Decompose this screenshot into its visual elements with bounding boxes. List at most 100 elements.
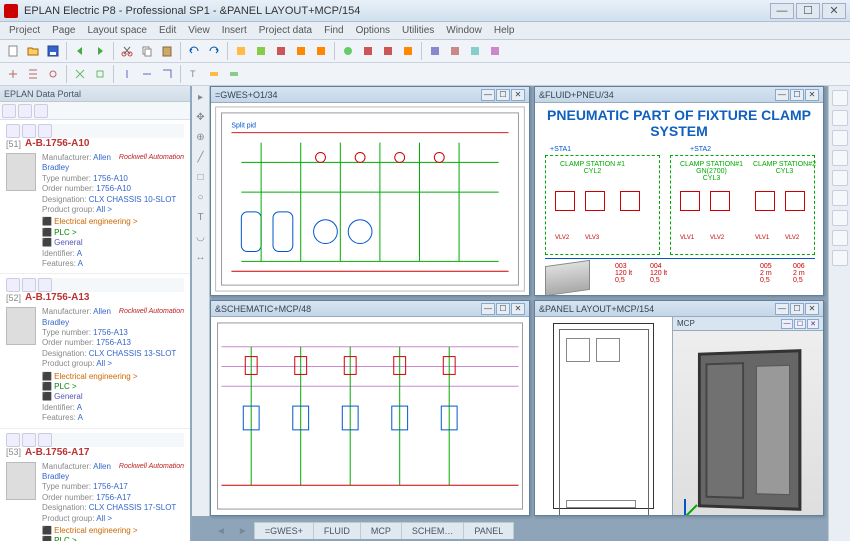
- tb-redo[interactable]: [205, 42, 223, 60]
- close-icon[interactable]: ✕: [807, 319, 819, 329]
- menu-help[interactable]: Help: [489, 23, 520, 38]
- rt-b[interactable]: [832, 110, 848, 126]
- tab-mcp[interactable]: MCP: [360, 522, 402, 539]
- tab-scroll-left-icon[interactable]: ◄: [210, 524, 232, 539]
- lt-line-icon[interactable]: ╱: [194, 150, 208, 164]
- menu-page[interactable]: Page: [47, 23, 80, 38]
- lt-rect-icon[interactable]: □: [194, 170, 208, 184]
- doc-pid-canvas[interactable]: Split pid: [211, 103, 529, 295]
- tb-btn-k[interactable]: [446, 42, 464, 60]
- rt-f[interactable]: [832, 190, 848, 206]
- rt-c[interactable]: [832, 130, 848, 146]
- maximize-button[interactable]: ☐: [796, 3, 820, 19]
- tb-btn-i[interactable]: [399, 42, 417, 60]
- tb-btn-b[interactable]: [252, 42, 270, 60]
- lt-select-icon[interactable]: ▸: [194, 90, 208, 104]
- menu-window[interactable]: Window: [441, 23, 487, 38]
- max-icon[interactable]: ☐: [496, 303, 510, 315]
- tb-btn-j[interactable]: [426, 42, 444, 60]
- lt-pan-icon[interactable]: ✥: [194, 110, 208, 124]
- rt-a[interactable]: [832, 90, 848, 106]
- doc-schem-canvas[interactable]: [211, 317, 529, 515]
- tb-insert-d[interactable]: [71, 65, 89, 83]
- max-icon[interactable]: ☐: [790, 89, 804, 101]
- tb-insert-f[interactable]: [118, 65, 136, 83]
- tb-btn-g[interactable]: [359, 42, 377, 60]
- tab-schem[interactable]: SCHEM…: [401, 522, 465, 539]
- close-button[interactable]: ✕: [822, 3, 846, 19]
- tb-insert-j[interactable]: [205, 65, 223, 83]
- rt-e[interactable]: [832, 170, 848, 186]
- lt-dim-icon[interactable]: ↔: [194, 250, 208, 264]
- lt-arc-icon[interactable]: ◡: [194, 230, 208, 244]
- tb-new[interactable]: [4, 42, 22, 60]
- tab-panel[interactable]: PANEL: [463, 522, 514, 539]
- tb-btn-d[interactable]: [292, 42, 310, 60]
- min-icon[interactable]: —: [481, 303, 495, 315]
- tb-insert-k[interactable]: [225, 65, 243, 83]
- close-icon[interactable]: ✕: [805, 89, 819, 101]
- tb-insert-i[interactable]: T: [185, 65, 203, 83]
- max-icon[interactable]: ☐: [496, 89, 510, 101]
- max-icon[interactable]: ☐: [790, 303, 804, 315]
- lt-zoom-icon[interactable]: ⊕: [194, 130, 208, 144]
- close-icon[interactable]: ✕: [805, 303, 819, 315]
- layout-3d-canvas[interactable]: [673, 331, 823, 515]
- min-icon[interactable]: —: [775, 89, 789, 101]
- tb-btn-h[interactable]: [379, 42, 397, 60]
- menu-view[interactable]: View: [183, 23, 215, 38]
- menu-options[interactable]: Options: [351, 23, 395, 38]
- doc-pneu-canvas[interactable]: PNEUMATIC PART OF FIXTURE CLAMP SYSTEM +…: [535, 103, 823, 295]
- tb-next[interactable]: [91, 42, 109, 60]
- tb-insert-h[interactable]: [158, 65, 176, 83]
- menu-utilities[interactable]: Utilities: [397, 23, 439, 38]
- tb-insert-g[interactable]: [138, 65, 156, 83]
- layout-2d-canvas[interactable]: [535, 317, 673, 515]
- lt-circle-icon[interactable]: ○: [194, 190, 208, 204]
- tb-insert-b[interactable]: [24, 65, 42, 83]
- tb-open[interactable]: [24, 42, 42, 60]
- menu-project[interactable]: Project: [4, 23, 45, 38]
- tab-gwes[interactable]: =GWES+: [254, 522, 314, 539]
- part-item[interactable]: [52] A-B.1756-A13Rockwell AutomationManu…: [0, 274, 190, 428]
- lp-btn-b[interactable]: [18, 104, 32, 118]
- tab-scroll-right-icon[interactable]: ►: [232, 524, 254, 539]
- tb-btn-c[interactable]: [272, 42, 290, 60]
- tb-save[interactable]: [44, 42, 62, 60]
- minimize-button[interactable]: —: [770, 3, 794, 19]
- close-icon[interactable]: ✕: [511, 303, 525, 315]
- tb-insert-e[interactable]: [91, 65, 109, 83]
- part-item[interactable]: [53] A-B.1756-A17Rockwell AutomationManu…: [0, 429, 190, 541]
- menu-layout-space[interactable]: Layout space: [82, 23, 152, 38]
- rt-i[interactable]: [832, 250, 848, 266]
- menu-find[interactable]: Find: [319, 23, 348, 38]
- rt-g[interactable]: [832, 210, 848, 226]
- min-icon[interactable]: —: [781, 319, 793, 329]
- lp-btn-a[interactable]: [2, 104, 16, 118]
- min-icon[interactable]: —: [481, 89, 495, 101]
- rt-d[interactable]: [832, 150, 848, 166]
- tb-cut[interactable]: [118, 42, 136, 60]
- lt-text-icon[interactable]: T: [194, 210, 208, 224]
- tb-btn-m[interactable]: [486, 42, 504, 60]
- tb-btn-e[interactable]: [312, 42, 330, 60]
- tab-fluid[interactable]: FLUID: [313, 522, 361, 539]
- tb-insert-c[interactable]: [44, 65, 62, 83]
- tb-btn-l[interactable]: [466, 42, 484, 60]
- menu-edit[interactable]: Edit: [154, 23, 181, 38]
- rt-h[interactable]: [832, 230, 848, 246]
- menu-insert[interactable]: Insert: [217, 23, 252, 38]
- tb-paste[interactable]: [158, 42, 176, 60]
- parts-list[interactable]: [51] A-B.1756-A10Rockwell AutomationManu…: [0, 120, 190, 541]
- close-icon[interactable]: ✕: [511, 89, 525, 101]
- part-item[interactable]: [51] A-B.1756-A10Rockwell AutomationManu…: [0, 120, 190, 274]
- tb-insert-a[interactable]: [4, 65, 22, 83]
- tb-copy[interactable]: [138, 42, 156, 60]
- menu-project-data[interactable]: Project data: [254, 23, 317, 38]
- tb-btn-f[interactable]: [339, 42, 357, 60]
- lp-btn-c[interactable]: [34, 104, 48, 118]
- tb-btn-a[interactable]: [232, 42, 250, 60]
- max-icon[interactable]: ☐: [794, 319, 806, 329]
- tb-undo[interactable]: [185, 42, 203, 60]
- min-icon[interactable]: —: [775, 303, 789, 315]
